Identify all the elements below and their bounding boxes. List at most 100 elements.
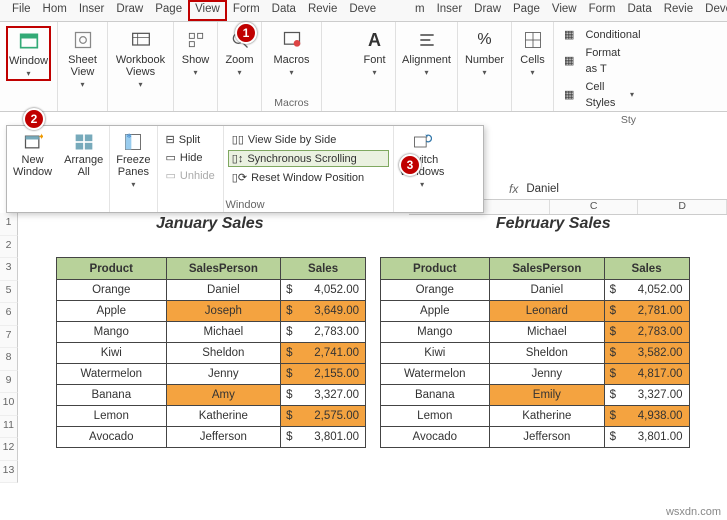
cell-salesperson[interactable]: Katherine bbox=[166, 406, 281, 427]
tab-hom[interactable]: Hom bbox=[37, 0, 73, 21]
table-row[interactable]: AppleLeonard$2,781.00 bbox=[380, 301, 689, 322]
synchronous-scrolling-button[interactable]: ▯↕Synchronous Scrolling bbox=[228, 150, 389, 167]
row-number[interactable]: 7 bbox=[0, 326, 18, 349]
cell-salesperson[interactable]: Daniel bbox=[166, 280, 281, 301]
table-row[interactable]: BananaAmy$3,327.00 bbox=[57, 385, 366, 406]
tab-right-deve[interactable]: Deve bbox=[699, 0, 727, 17]
cell-product[interactable]: Avocado bbox=[57, 427, 167, 448]
row-number[interactable]: 13 bbox=[0, 461, 18, 484]
row-number[interactable]: 6 bbox=[0, 303, 18, 326]
row-number[interactable]: 11 bbox=[0, 416, 18, 439]
cell-sales[interactable]: $4,938.00 bbox=[604, 406, 689, 427]
cell-sales[interactable]: $3,801.00 bbox=[604, 427, 689, 448]
cell-salesperson[interactable]: Michael bbox=[490, 322, 605, 343]
cell-product[interactable]: Lemon bbox=[57, 406, 167, 427]
tab-draw[interactable]: Draw bbox=[110, 0, 149, 21]
cell-product[interactable]: Mango bbox=[57, 322, 167, 343]
cell-product[interactable]: Orange bbox=[380, 280, 490, 301]
cell-sales[interactable]: $4,052.00 bbox=[281, 280, 366, 301]
window-button[interactable]: Window ▾ bbox=[6, 26, 51, 81]
table-row[interactable]: KiwiSheldon$3,582.00 bbox=[380, 343, 689, 364]
cell-salesperson[interactable]: Jenny bbox=[490, 364, 605, 385]
format-as-table-button[interactable]: ▦ Format as T bbox=[560, 44, 638, 78]
fx-icon[interactable]: fx bbox=[509, 182, 518, 196]
cell-product[interactable]: Apple bbox=[57, 301, 167, 322]
cell-product[interactable]: Lemon bbox=[380, 406, 490, 427]
table-row[interactable]: MangoMichael$2,783.00 bbox=[380, 322, 689, 343]
cell-salesperson[interactable]: Sheldon bbox=[166, 343, 281, 364]
row-number[interactable]: 12 bbox=[0, 438, 18, 461]
cell-product[interactable]: Banana bbox=[380, 385, 490, 406]
tab-data[interactable]: Data bbox=[266, 0, 302, 21]
table-row[interactable]: BananaEmily$3,327.00 bbox=[380, 385, 689, 406]
number-button[interactable]: % Number ▾ bbox=[464, 26, 505, 79]
table-row[interactable]: OrangeDaniel$4,052.00 bbox=[57, 280, 366, 301]
show-button[interactable]: Show ▾ bbox=[180, 26, 211, 79]
cell-sales[interactable]: $4,817.00 bbox=[604, 364, 689, 385]
tab-right-revie[interactable]: Revie bbox=[658, 0, 699, 17]
sheet-view-button[interactable]: Sheet View ▾ bbox=[64, 26, 101, 91]
cell-salesperson[interactable]: Michael bbox=[166, 322, 281, 343]
table-row[interactable]: OrangeDaniel$4,052.00 bbox=[380, 280, 689, 301]
cell-sales[interactable]: $4,052.00 bbox=[604, 280, 689, 301]
tab-revie[interactable]: Revie bbox=[302, 0, 343, 21]
tab-right-data[interactable]: Data bbox=[621, 0, 657, 17]
cell-product[interactable]: Apple bbox=[380, 301, 490, 322]
cell-sales[interactable]: $3,649.00 bbox=[281, 301, 366, 322]
cell-product[interactable]: Avocado bbox=[380, 427, 490, 448]
macros-button[interactable]: Macros ▾ bbox=[268, 26, 315, 79]
row-number[interactable]: 2 bbox=[0, 236, 18, 259]
tab-file[interactable]: File bbox=[6, 0, 37, 21]
cell-sales[interactable]: $3,801.00 bbox=[281, 427, 366, 448]
reset-window-position-button[interactable]: ▯⟳Reset Window Position bbox=[228, 170, 389, 185]
cell-sales[interactable]: $3,327.00 bbox=[281, 385, 366, 406]
cell-product[interactable]: Kiwi bbox=[57, 343, 167, 364]
tab-right-draw[interactable]: Draw bbox=[468, 0, 507, 17]
tab-deve[interactable]: Deve bbox=[343, 0, 382, 21]
cell-product[interactable]: Mango bbox=[380, 322, 490, 343]
cell-salesperson[interactable]: Daniel bbox=[490, 280, 605, 301]
font-button[interactable]: A Font ▾ bbox=[360, 26, 389, 79]
cell-salesperson[interactable]: Emily bbox=[490, 385, 605, 406]
cells-button[interactable]: Cells ▾ bbox=[518, 26, 547, 79]
tab-right-form[interactable]: Form bbox=[583, 0, 622, 17]
tab-right-view[interactable]: View bbox=[546, 0, 583, 17]
table-row[interactable]: LemonKatherine$2,575.00 bbox=[57, 406, 366, 427]
cell-salesperson[interactable]: Joseph bbox=[166, 301, 281, 322]
table-row[interactable]: KiwiSheldon$2,741.00 bbox=[57, 343, 366, 364]
cell-styles-button[interactable]: ▦ Cell Styles▾ bbox=[560, 78, 638, 112]
split-button[interactable]: ⊟Split bbox=[162, 132, 219, 147]
col-d[interactable]: D bbox=[638, 200, 727, 214]
cell-salesperson[interactable]: Jenny bbox=[166, 364, 281, 385]
cell-salesperson[interactable]: Sheldon bbox=[490, 343, 605, 364]
conditional-format-button[interactable]: ▦ Conditional bbox=[560, 26, 638, 44]
cell-salesperson[interactable]: Amy bbox=[166, 385, 281, 406]
cell-product[interactable]: Banana bbox=[57, 385, 167, 406]
cell-product[interactable]: Orange bbox=[57, 280, 167, 301]
hide-button[interactable]: ▭Hide bbox=[162, 150, 219, 165]
tab-view[interactable]: View bbox=[188, 0, 227, 21]
table-row[interactable]: WatermelonJenny$2,155.00 bbox=[57, 364, 366, 385]
cell-product[interactable]: Watermelon bbox=[380, 364, 490, 385]
cell-salesperson[interactable]: Jefferson bbox=[166, 427, 281, 448]
formula-value[interactable]: Daniel bbox=[526, 183, 559, 195]
view-side-by-side-button[interactable]: ▯▯View Side by Side bbox=[228, 132, 389, 147]
tab-page[interactable]: Page bbox=[149, 0, 188, 21]
cell-sales[interactable]: $3,582.00 bbox=[604, 343, 689, 364]
table-row[interactable]: MangoMichael$2,783.00 bbox=[57, 322, 366, 343]
table-row[interactable]: AvocadoJefferson$3,801.00 bbox=[380, 427, 689, 448]
cell-sales[interactable]: $2,741.00 bbox=[281, 343, 366, 364]
tab-right-inser[interactable]: Inser bbox=[431, 0, 469, 17]
table-row[interactable]: WatermelonJenny$4,817.00 bbox=[380, 364, 689, 385]
cell-salesperson[interactable]: Jefferson bbox=[490, 427, 605, 448]
cell-product[interactable]: Kiwi bbox=[380, 343, 490, 364]
row-number[interactable]: 9 bbox=[0, 371, 18, 394]
cell-sales[interactable]: $2,783.00 bbox=[604, 322, 689, 343]
col-c[interactable]: C bbox=[550, 200, 639, 214]
tab-right-m[interactable]: m bbox=[409, 0, 431, 17]
cell-sales[interactable]: $2,155.00 bbox=[281, 364, 366, 385]
cell-sales[interactable]: $3,327.00 bbox=[604, 385, 689, 406]
cell-salesperson[interactable]: Katherine bbox=[490, 406, 605, 427]
cell-sales[interactable]: $2,575.00 bbox=[281, 406, 366, 427]
tab-form[interactable]: Form bbox=[227, 0, 266, 21]
